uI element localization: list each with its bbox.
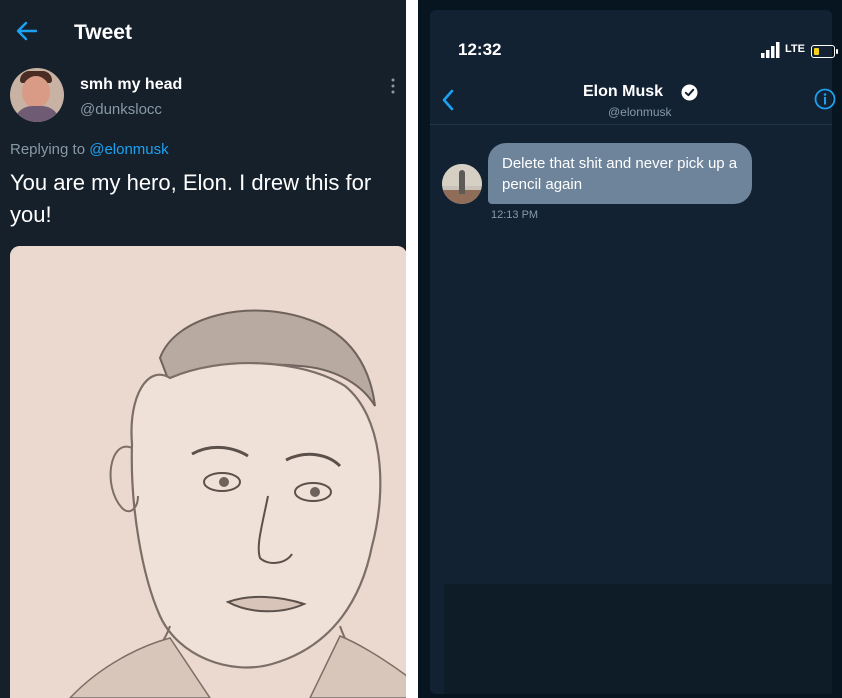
panel-divider bbox=[406, 0, 418, 698]
info-icon[interactable] bbox=[814, 88, 836, 110]
author-avatar[interactable] bbox=[10, 68, 64, 122]
replying-mention-link[interactable]: @elonmusk bbox=[89, 141, 168, 158]
status-time: 12:32 bbox=[458, 40, 502, 59]
back-chevron-icon[interactable] bbox=[440, 88, 456, 112]
dm-contact-avatar[interactable] bbox=[442, 164, 482, 204]
signal-icon bbox=[761, 42, 780, 58]
message-bubble[interactable]: Delete that shit and never pick up a pen… bbox=[488, 143, 752, 204]
tweet-header: Tweet bbox=[0, 0, 406, 66]
tweet-media-image[interactable] bbox=[10, 246, 406, 698]
verified-badge-icon bbox=[681, 84, 698, 101]
pencil-sketch-portrait bbox=[10, 246, 406, 698]
dm-screen: 12:32 LTE Elon Musk @elonmusk Delete tha… bbox=[418, 0, 842, 698]
message-composer-area[interactable] bbox=[444, 584, 832, 694]
dm-contact-name[interactable]: Elon Musk bbox=[583, 83, 663, 101]
header-separator bbox=[430, 124, 832, 125]
replying-label: Replying to bbox=[10, 141, 86, 158]
battery-icon bbox=[811, 45, 838, 58]
header-title: Tweet bbox=[74, 21, 132, 44]
replying-to: Replying to @elonmusk bbox=[10, 141, 169, 158]
network-label: LTE bbox=[785, 43, 805, 55]
author-display-name[interactable]: smh my head bbox=[80, 76, 182, 94]
message-text: Delete that shit and never pick up a pen… bbox=[502, 155, 738, 193]
author-handle[interactable]: @dunkslocc bbox=[80, 101, 162, 118]
dm-contact-handle: @elonmusk bbox=[608, 105, 672, 119]
message-timestamp: 12:13 PM bbox=[491, 209, 539, 221]
tweet-text: You are my hero, Elon. I drew this for y… bbox=[10, 170, 372, 227]
tweet-screen: Tweet smh my head @dunkslocc Replying to… bbox=[0, 0, 406, 698]
more-options-icon[interactable] bbox=[391, 78, 395, 94]
back-arrow-icon[interactable] bbox=[14, 18, 40, 44]
